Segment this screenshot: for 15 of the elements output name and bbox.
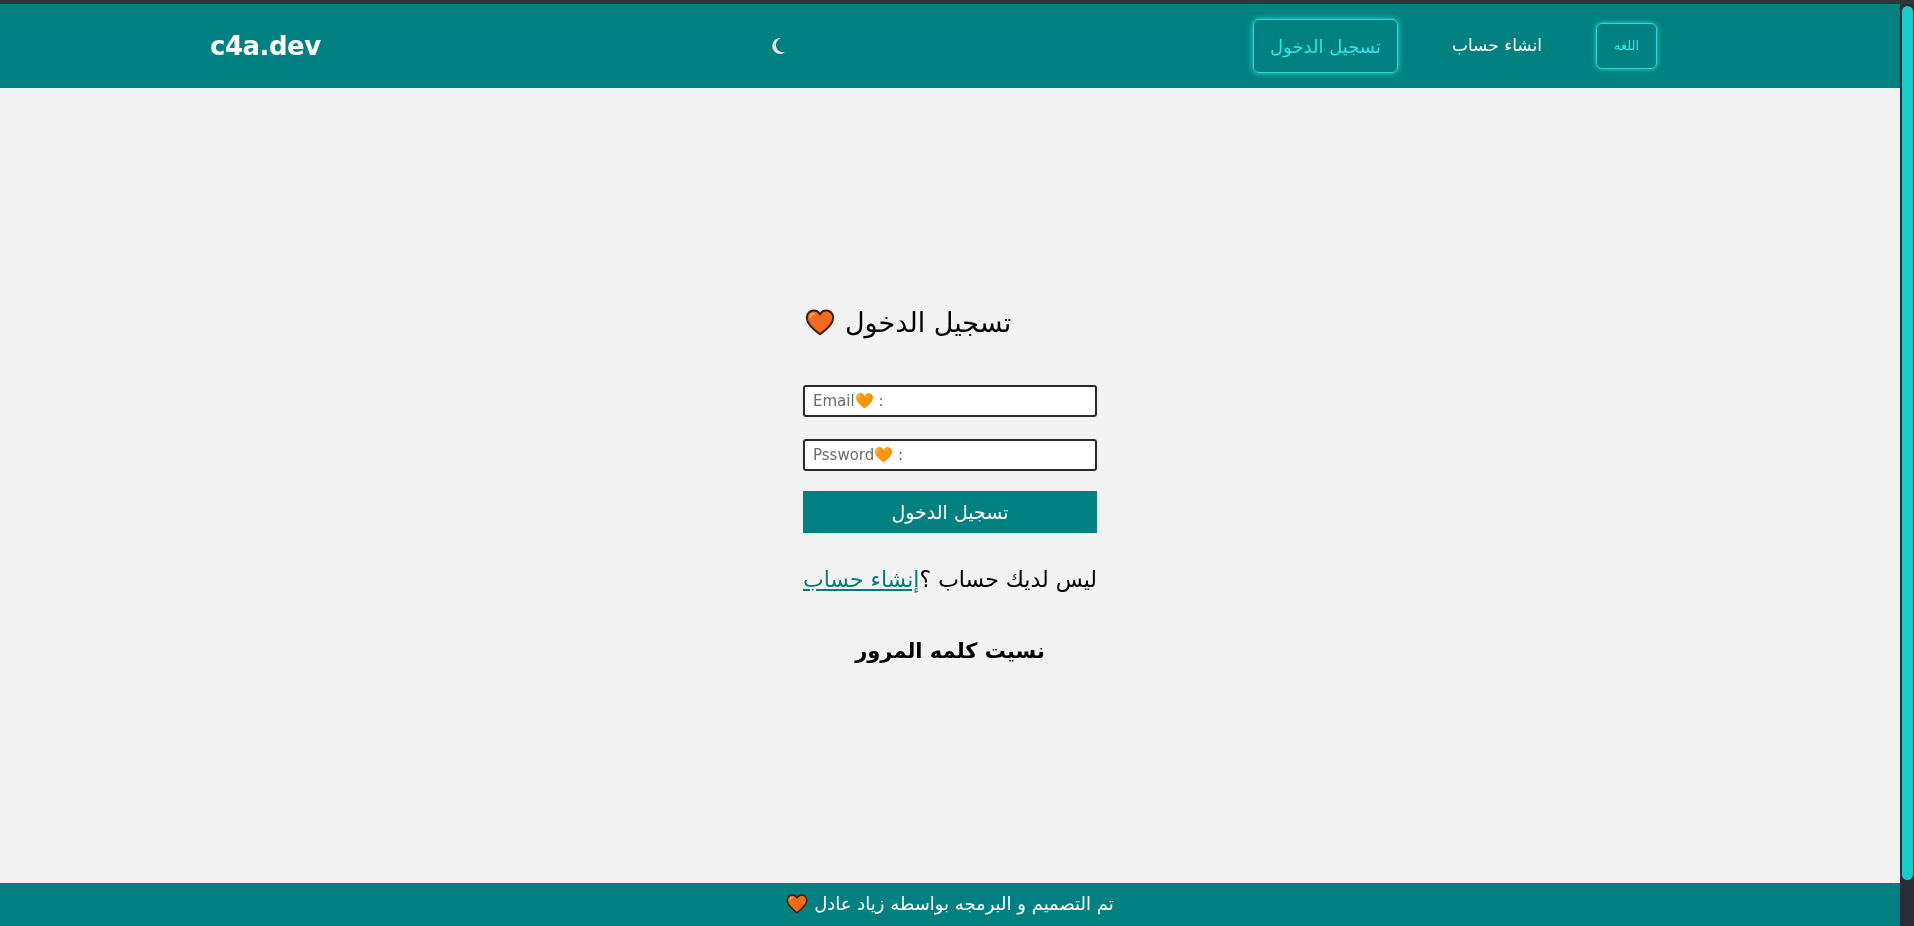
login-button[interactable]: تسجيل الدخول [803,491,1097,533]
site-logo[interactable]: c4a.dev [210,33,321,59]
heart-icon [786,894,809,914]
login-nav-button[interactable]: تسجيل الدخول [1253,19,1398,73]
email-field[interactable]: Email🧡 : [803,385,1097,417]
signup-nav-link[interactable]: انشاء حساب [1451,33,1542,59]
heart-icon [805,308,835,336]
language-button[interactable]: اللغه [1596,23,1657,69]
footer-credit: تم التصميم و البرمجه بواسطه زياد عادل [814,892,1114,916]
forgot-password-link[interactable]: نسيت كلمه المرور [855,634,1045,668]
moon-icon[interactable] [772,37,786,55]
signup-prompt: ليس لديك حساب ؟إنشاء حساب [802,566,1098,595]
create-account-link[interactable]: إنشاء حساب [802,567,920,592]
scrollbar-thumb[interactable] [1901,6,1913,880]
password-field[interactable]: Pssword🧡 : [803,439,1097,471]
